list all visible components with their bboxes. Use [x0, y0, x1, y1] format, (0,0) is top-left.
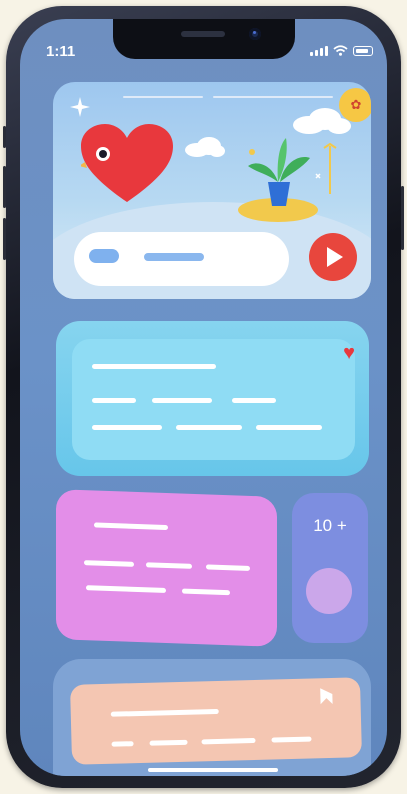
- counter-label[interactable]: 10 +: [292, 516, 368, 536]
- pill-text-line: [144, 253, 204, 261]
- text-line: [94, 522, 168, 531]
- bottom-card[interactable]: [53, 659, 371, 776]
- text-line: [111, 741, 134, 747]
- notch: [113, 19, 295, 59]
- text-line: [182, 588, 230, 596]
- pill-toggle: [89, 249, 119, 263]
- mute-switch: [3, 126, 6, 148]
- camera-icon: [249, 28, 261, 40]
- battery-icon: [353, 46, 373, 56]
- sparkle-icon: [70, 97, 90, 117]
- header-line: [123, 96, 203, 98]
- search-pill[interactable]: [74, 232, 289, 286]
- text-line: [206, 564, 250, 571]
- pin-icon: [320, 688, 333, 705]
- pink-card[interactable]: [56, 489, 277, 647]
- badge-icon[interactable]: ✿: [339, 88, 371, 122]
- text-line: [232, 398, 276, 403]
- info-card[interactable]: ♥: [56, 321, 369, 476]
- text-line: [110, 708, 219, 717]
- text-line: [86, 585, 166, 593]
- text-line: [176, 425, 242, 430]
- status-time: 1:11: [46, 43, 76, 60]
- text-line: [271, 736, 312, 743]
- phone-frame: 1:11 ✿ ♥ 10 +: [3, 6, 404, 788]
- cloud-icon: [185, 137, 225, 157]
- volume-up-button: [3, 166, 6, 208]
- hero-card[interactable]: ✿: [53, 82, 371, 299]
- volume-down-button: [3, 218, 6, 260]
- info-card-inner: [72, 339, 355, 460]
- text-line: [84, 560, 134, 567]
- text-line: [146, 562, 192, 569]
- play-button[interactable]: [309, 233, 357, 281]
- text-line: [92, 364, 216, 369]
- plant-pot-icon: [238, 138, 337, 222]
- text-line: [149, 739, 188, 746]
- status-icons: [310, 45, 373, 56]
- heart-bird-icon: [81, 124, 173, 202]
- home-indicator[interactable]: [148, 768, 278, 772]
- text-line: [92, 425, 162, 430]
- counter-card[interactable]: 10 +: [292, 493, 368, 643]
- text-line: [256, 425, 322, 430]
- speaker-grille: [181, 31, 225, 37]
- counter-circle[interactable]: [306, 568, 352, 614]
- text-line: [201, 737, 256, 745]
- text-line: [92, 398, 136, 403]
- peach-panel: [70, 677, 362, 765]
- header-line: [213, 96, 333, 98]
- text-line: [152, 398, 212, 403]
- heart-icon[interactable]: ♥: [343, 343, 355, 363]
- screen: 1:11 ✿ ♥ 10 +: [20, 19, 387, 776]
- wifi-icon: [333, 45, 348, 56]
- signal-icon: [310, 46, 328, 56]
- power-button: [401, 186, 404, 250]
